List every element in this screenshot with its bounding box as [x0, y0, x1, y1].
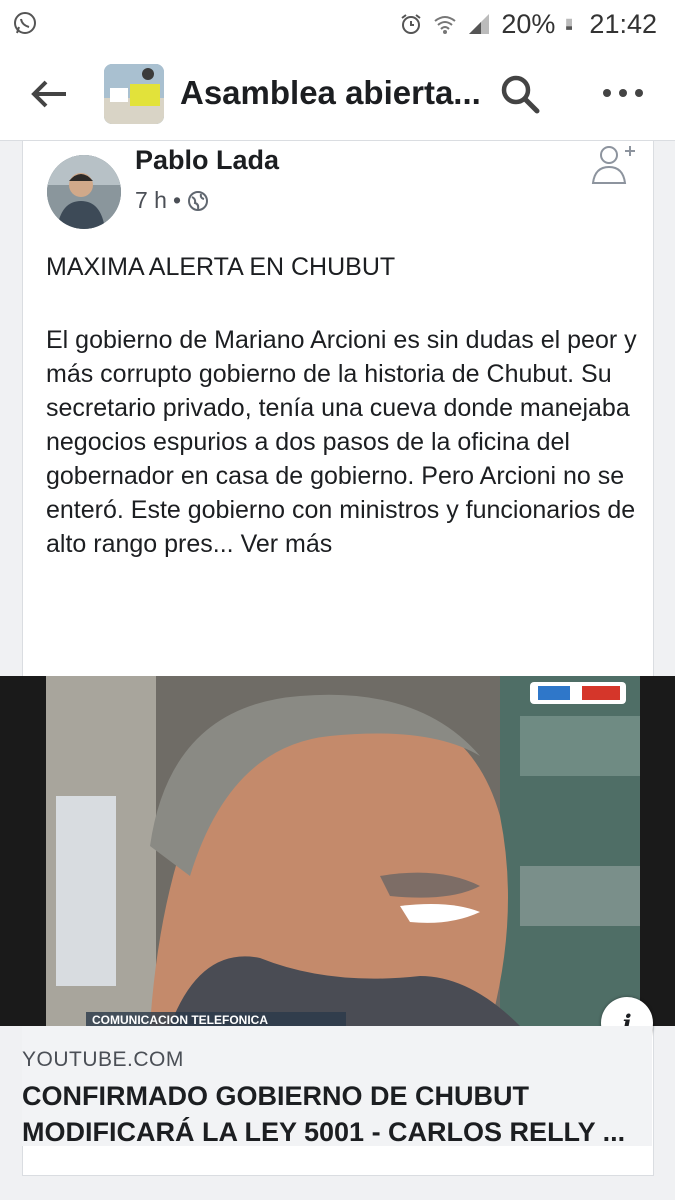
globe-icon [188, 190, 209, 211]
author-name[interactable]: Pablo Lada [135, 145, 279, 176]
battery-percent: 20% [501, 8, 556, 39]
wifi-icon [434, 16, 456, 34]
link-preview-image[interactable]: COMUNICACION TELEFONICA [0, 676, 675, 1026]
link-domain: YOUTUBE.COM [22, 1048, 184, 1071]
see-more-link[interactable]: Ver más [241, 530, 333, 558]
avatar[interactable] [47, 155, 121, 229]
link-preview-meta[interactable]: YOUTUBE.COM CONFIRMADO GOBIERNO DE CHUBU… [22, 1026, 652, 1147]
post-body-text: El gobierno de Mariano Arcioni es sin du… [46, 326, 637, 558]
post-time[interactable]: 7 h [135, 187, 167, 214]
back-arrow-icon[interactable] [30, 76, 70, 112]
link-title[interactable]: CONFIRMADO GOBIERNO DE CHUBUT MODIFICARÁ… [22, 1078, 662, 1150]
signal-icon [469, 14, 490, 34]
app-bar: Asamblea abierta... [0, 48, 675, 141]
alarm-icon [401, 14, 421, 34]
search-icon[interactable] [498, 72, 542, 116]
group-thumbnail[interactable] [104, 64, 164, 124]
more-icon[interactable] [600, 78, 646, 108]
group-title[interactable]: Asamblea abierta... [180, 74, 481, 112]
meta-separator: • [172, 187, 182, 213]
clock: 21:42 [589, 8, 657, 39]
post-meta: 7 h • [135, 187, 209, 214]
post-headline: MAXIMA ALERTA EN CHUBUT [46, 253, 396, 281]
whatsapp-icon [14, 12, 36, 34]
battery-icon [566, 18, 573, 30]
image-caption: COMUNICACION TELEFONICA [92, 1013, 268, 1026]
add-friend-icon[interactable] [591, 141, 637, 185]
post-body: El gobierno de Mariano Arcioni es sin du… [46, 323, 646, 561]
status-bar: 20% 21:42 [0, 0, 675, 48]
